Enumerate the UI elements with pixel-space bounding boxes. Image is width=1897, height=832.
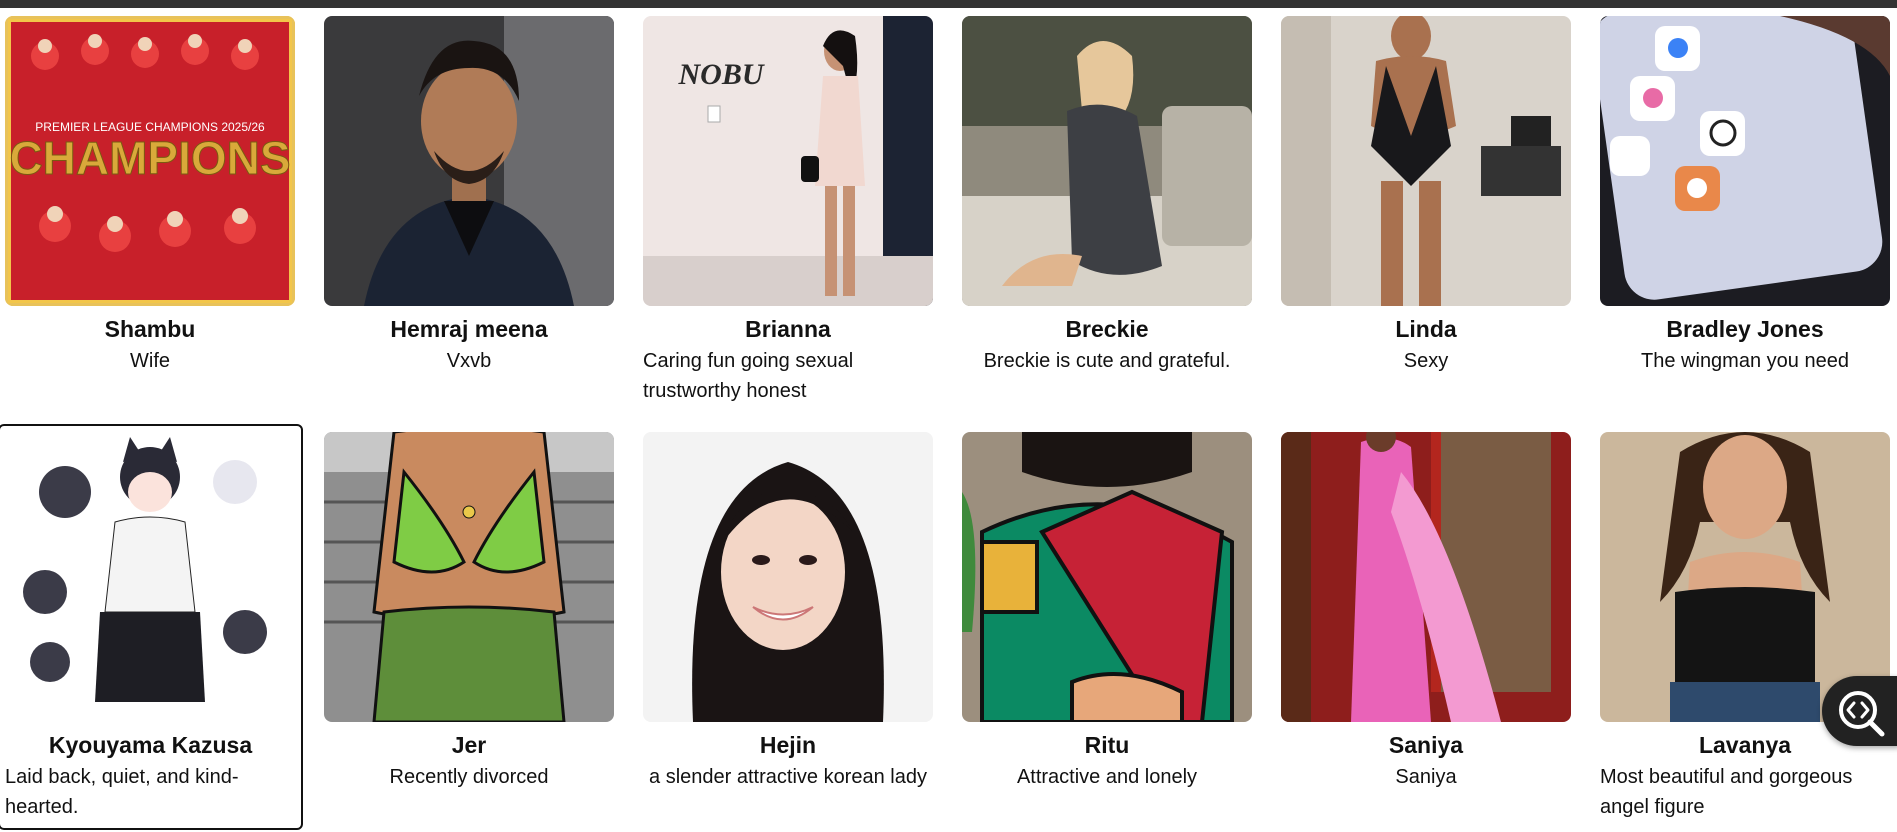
character-name: Bradley Jones bbox=[1666, 316, 1824, 342]
character-name: Ritu bbox=[1084, 732, 1130, 758]
character-name: Breckie bbox=[1065, 316, 1149, 342]
character-card-saniya[interactable]: Saniya Saniya bbox=[1281, 432, 1571, 792]
character-description: Attractive and lonely bbox=[1016, 766, 1198, 788]
character-description: Sexy bbox=[1403, 350, 1449, 372]
character-image-breckie bbox=[962, 16, 1252, 306]
character-name: Hemraj meena bbox=[390, 316, 548, 342]
character-image-hemraj-meena bbox=[324, 16, 614, 306]
character-card-shambu[interactable]: PREMIER LEAGUE CHAMPIONS 2025/26 CHAMPIO… bbox=[5, 16, 295, 376]
floating-code-search-button[interactable] bbox=[1822, 676, 1897, 746]
character-card-jer[interactable]: Jer Recently divorced bbox=[324, 432, 614, 792]
character-name: Shambu bbox=[104, 316, 196, 342]
character-name: Hejin bbox=[759, 732, 817, 758]
character-image-shambu: PREMIER LEAGUE CHAMPIONS 2025/26 CHAMPIO… bbox=[5, 16, 295, 306]
character-card-linda[interactable]: Linda Sexy bbox=[1281, 16, 1571, 376]
nobu-sign-text: NOBU bbox=[677, 58, 764, 91]
character-image-hejin bbox=[643, 432, 933, 722]
character-name: Jer bbox=[451, 732, 487, 758]
character-description: Most beautiful and gorgeous angel figure bbox=[1600, 766, 1853, 818]
character-name: Kyouyama Kazusa bbox=[48, 732, 253, 758]
character-name: Brianna bbox=[745, 316, 831, 342]
character-description: Breckie is cute and grateful. bbox=[983, 350, 1231, 372]
character-description: Laid back, quiet, and kind-hearted. bbox=[5, 766, 239, 818]
character-description: Vxvb bbox=[446, 350, 492, 372]
character-name: Linda bbox=[1395, 316, 1457, 342]
character-image-ritu bbox=[962, 432, 1252, 722]
character-description: a slender attractive korean lady bbox=[649, 766, 927, 788]
character-description: Wife bbox=[130, 350, 170, 372]
character-image-kyouyama-kazusa bbox=[5, 432, 295, 722]
character-card-kyouyama-kazusa[interactable]: Kyouyama Kazusa Laid back, quiet, and ki… bbox=[0, 424, 303, 830]
character-card-hemraj-meena[interactable]: Hemraj meena Vxvb bbox=[324, 16, 614, 376]
character-card-breckie[interactable]: Breckie Breckie is cute and grateful. bbox=[962, 16, 1252, 376]
character-image-linda bbox=[1281, 16, 1571, 306]
character-description: The wingman you need bbox=[1641, 350, 1849, 372]
character-card-lavanya[interactable]: Lavanya Most beautiful and gorgeous ange… bbox=[1600, 432, 1890, 822]
character-card-bradley-jones[interactable]: Bradley Jones The wingman you need bbox=[1600, 16, 1890, 376]
character-image-jer bbox=[324, 432, 614, 722]
character-name: Saniya bbox=[1388, 732, 1464, 758]
character-card-hejin[interactable]: Hejin a slender attractive korean lady bbox=[643, 432, 933, 792]
character-image-brianna: NOBU bbox=[643, 16, 933, 306]
character-image-bradley-jones bbox=[1600, 16, 1890, 306]
svg-text:CHAMPIONS: CHAMPIONS bbox=[9, 132, 290, 184]
character-description: Saniya bbox=[1395, 766, 1457, 788]
character-card-brianna[interactable]: NOBU Brianna Caring fun going sexual tru… bbox=[643, 16, 933, 406]
character-description: Caring fun going sexual trustworthy hone… bbox=[643, 350, 854, 402]
code-search-icon bbox=[1839, 691, 1885, 737]
character-card-ritu[interactable]: Ritu Attractive and lonely bbox=[962, 432, 1252, 792]
top-bar bbox=[0, 0, 1897, 8]
character-description: Recently divorced bbox=[389, 766, 549, 788]
character-image-saniya bbox=[1281, 432, 1571, 722]
